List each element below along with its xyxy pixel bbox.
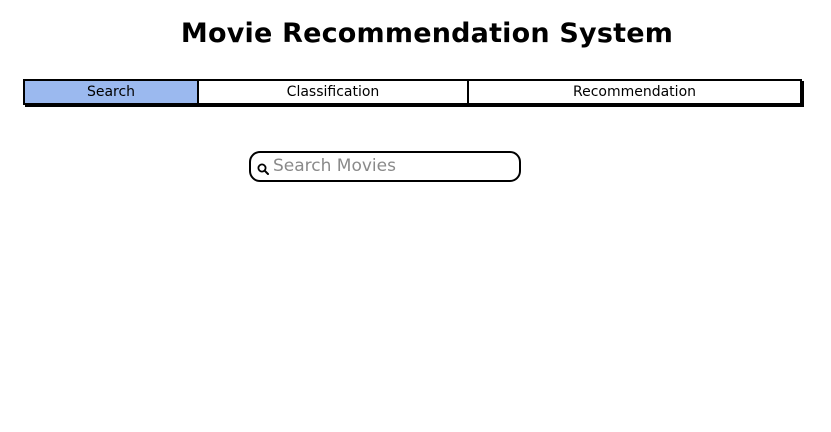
tab-classification[interactable]: Classification: [197, 81, 467, 103]
tab-bar: Search Classification Recommendation: [23, 79, 802, 105]
search-input[interactable]: [273, 154, 513, 178]
search-icon: [257, 160, 269, 175]
search-box[interactable]: [249, 151, 521, 182]
tab-search[interactable]: Search: [25, 81, 197, 103]
page-title: Movie Recommendation System: [180, 18, 674, 49]
tab-recommendation[interactable]: Recommendation: [467, 81, 800, 103]
